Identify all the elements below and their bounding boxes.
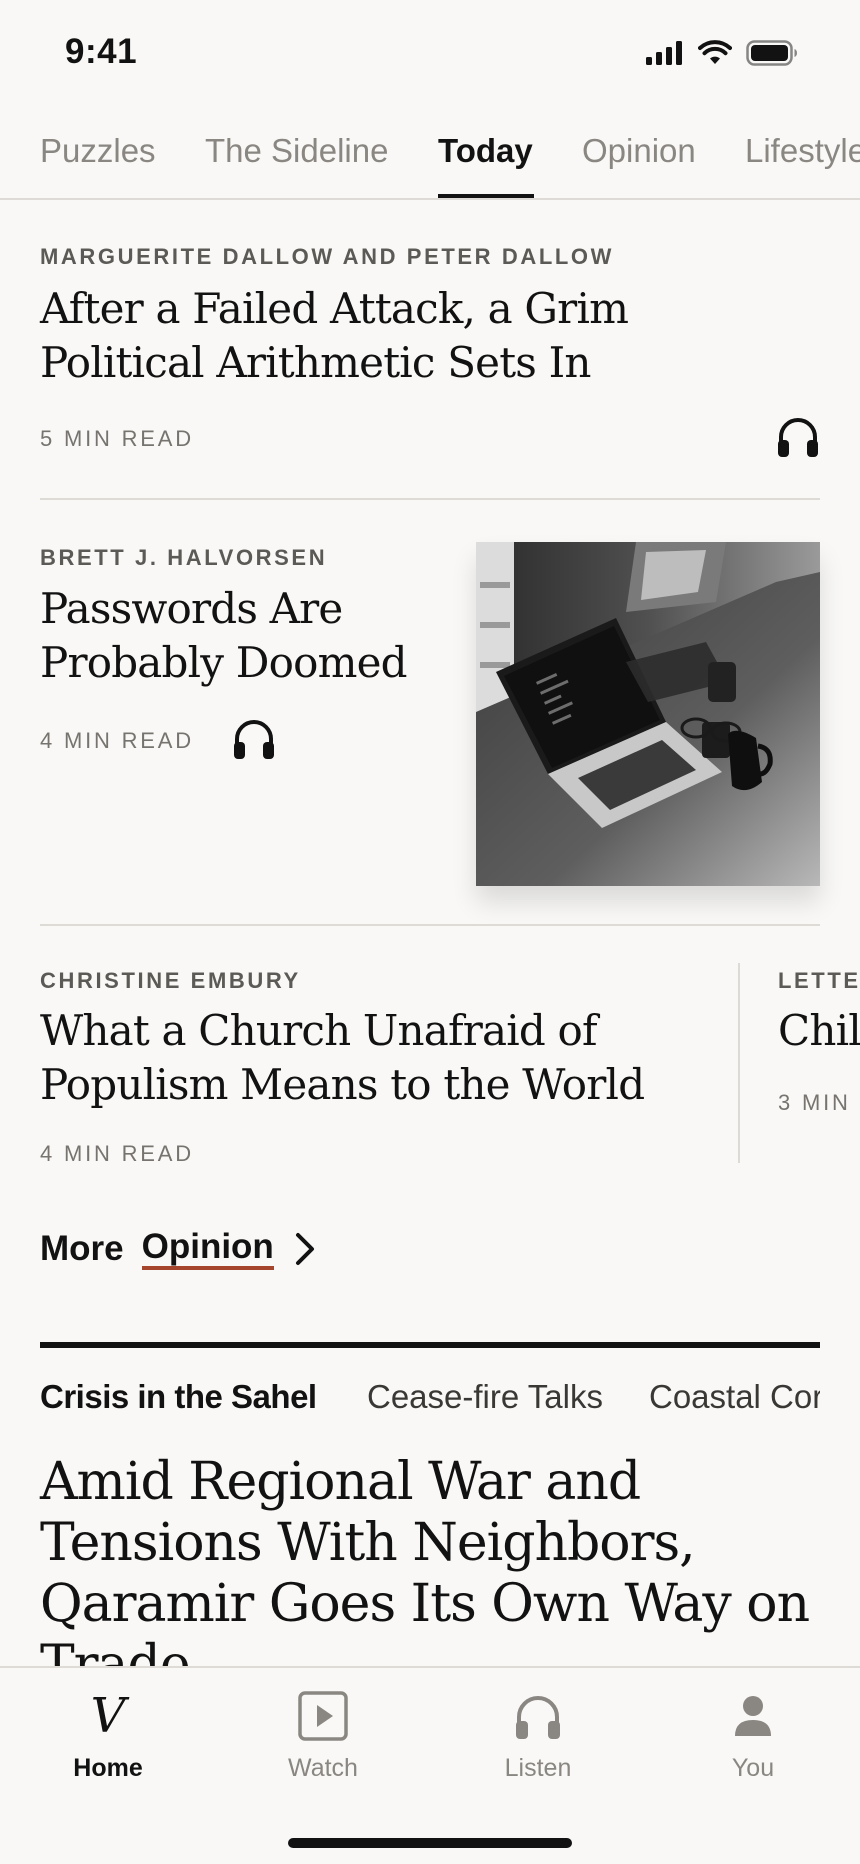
status-icons — [646, 40, 798, 66]
story-headline[interactable]: Chil — [778, 1004, 860, 1058]
more-prefix: More — [40, 1229, 124, 1268]
chevron-right-icon — [295, 1233, 314, 1265]
more-section-name[interactable]: Opinion — [141, 1228, 274, 1270]
carousel-divider — [738, 963, 740, 1163]
tab-watch[interactable]: Watch — [243, 1690, 403, 1783]
tab-label: You — [731, 1754, 775, 1782]
section-rule — [40, 1342, 820, 1348]
topic-coastal[interactable]: Coastal Cor — [649, 1378, 820, 1416]
tab-listen[interactable]: Listen — [458, 1690, 618, 1783]
cellular-signal-icon — [646, 41, 682, 65]
tab-the-sideline[interactable]: The Sideline — [205, 132, 388, 170]
tab-home[interactable]: V Home — [28, 1690, 188, 1783]
tab-label: Listen — [504, 1754, 572, 1782]
story-byline: LETTE — [778, 968, 860, 993]
tab-label: Watch — [288, 1754, 358, 1782]
status-bar: 9:41 — [0, 0, 860, 110]
read-time: 5 MIN READ — [40, 426, 194, 451]
laptop-on-desk-photo — [476, 542, 820, 886]
headphones-icon[interactable] — [232, 718, 276, 760]
home-indicator — [288, 1838, 572, 1848]
person-icon — [735, 1696, 771, 1736]
story-byline: MARGUERITE DALLOW AND PETER DALLOW — [40, 244, 614, 269]
status-time: 9:41 — [65, 32, 138, 71]
lead-headline[interactable]: Amid Regional War and Tensions With Neig… — [40, 1452, 820, 1696]
story-byline: CHRISTINE EMBURY — [40, 968, 301, 993]
topic-tabs: Crisis in the Sahel Cease-fire Talks Coa… — [40, 1378, 820, 1426]
read-time: 3 MIN — [778, 1090, 851, 1115]
more-opinion-link[interactable]: More Opinion — [40, 1228, 316, 1270]
tab-today[interactable]: Today — [438, 132, 533, 170]
story-headline[interactable]: What a Church Unafraid of Populism Means… — [40, 1004, 700, 1112]
bottom-tab-bar: V Home Watch Listen You — [0, 1666, 860, 1864]
tab-opinion[interactable]: Opinion — [582, 132, 696, 170]
tab-label: Home — [73, 1754, 143, 1782]
topic-crisis-in-the-sahel[interactable]: Crisis in the Sahel — [40, 1378, 317, 1416]
divider — [40, 924, 820, 926]
story-headline[interactable]: After a Failed Attack, a Grim Political … — [40, 282, 740, 390]
divider — [40, 498, 820, 500]
story-thumbnail[interactable] — [476, 542, 820, 886]
story-byline: BRETT J. HALVORSEN — [40, 545, 328, 570]
read-time: 4 MIN READ — [40, 728, 194, 753]
tab-puzzles[interactable]: Puzzles — [40, 132, 156, 170]
topic-cease-fire-talks[interactable]: Cease-fire Talks — [367, 1378, 603, 1416]
battery-icon — [746, 40, 797, 66]
tab-lifestyle[interactable]: Lifestyle — [745, 132, 860, 170]
wifi-icon — [698, 40, 732, 64]
active-tab-indicator — [438, 194, 534, 198]
logo-v-icon: V — [90, 1688, 126, 1744]
headphones-icon[interactable] — [776, 416, 820, 458]
story-headline[interactable]: Passwords Are Probably Doomed — [40, 582, 460, 690]
headphones-icon — [516, 1696, 560, 1739]
play-icon — [298, 1691, 348, 1741]
section-tabs: Puzzles The Sideline Today Opinion Lifes… — [0, 110, 860, 200]
tab-you[interactable]: You — [673, 1690, 833, 1783]
read-time: 4 MIN READ — [40, 1141, 194, 1166]
